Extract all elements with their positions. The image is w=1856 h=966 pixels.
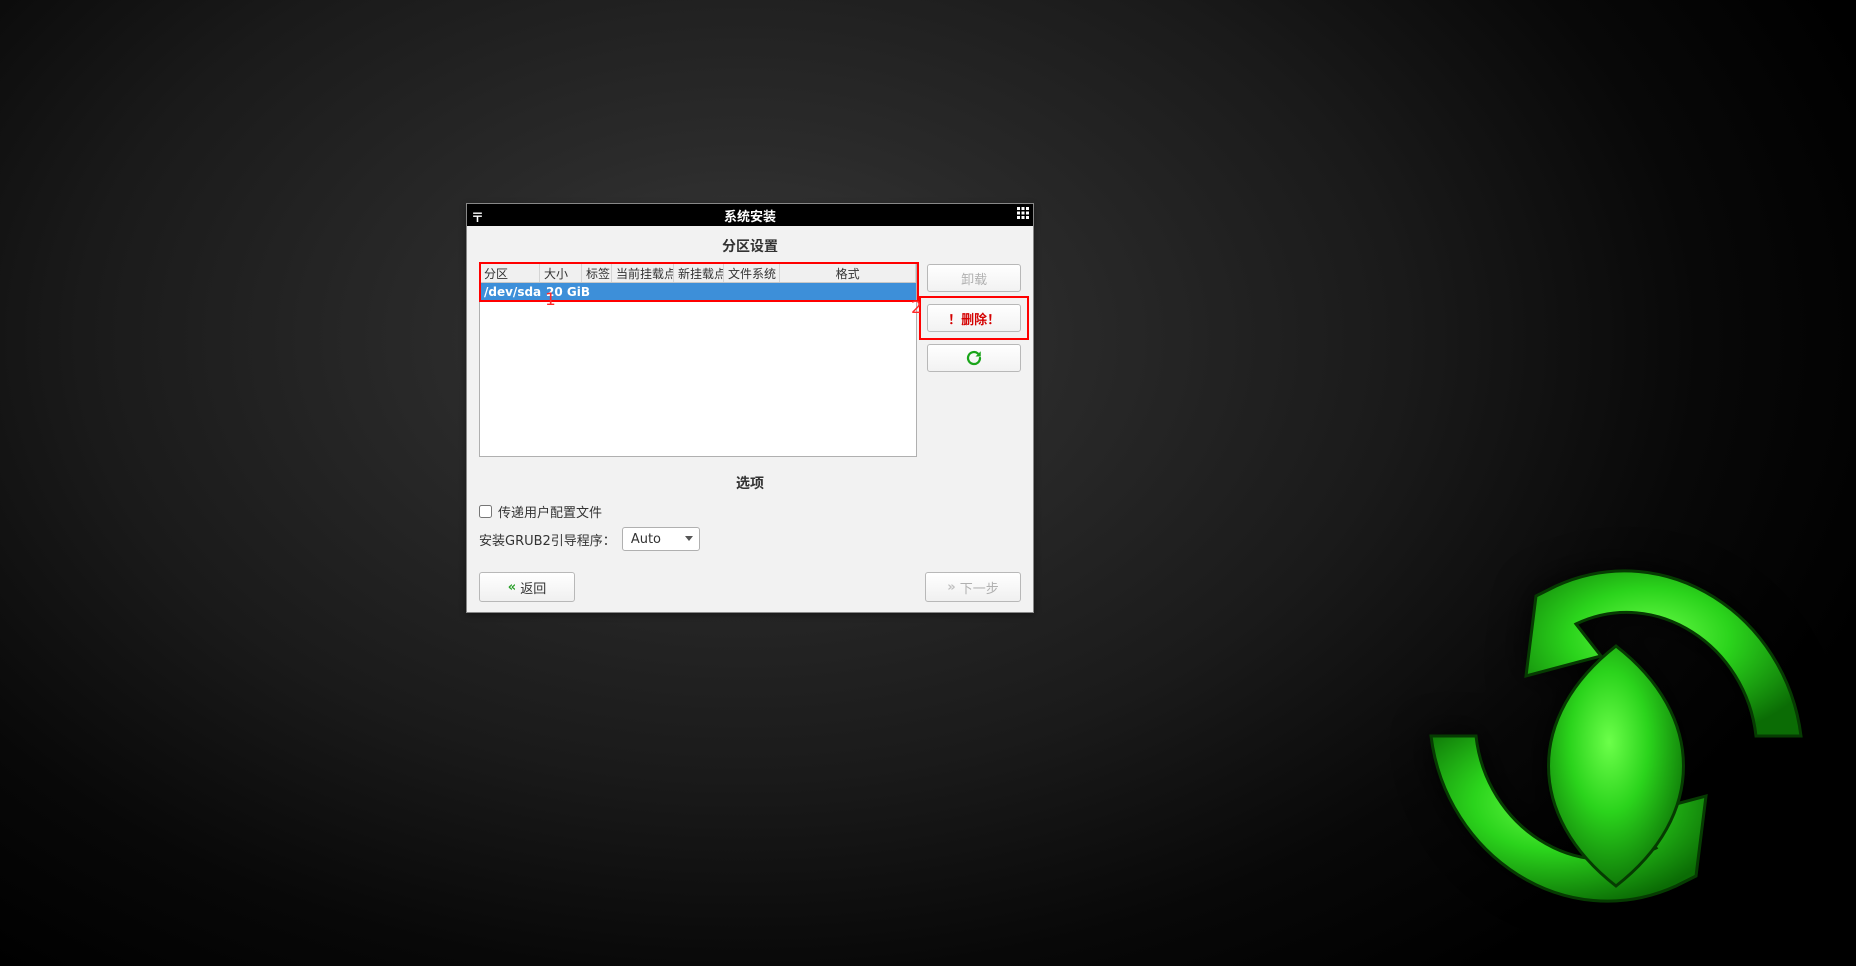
col-filesystem[interactable]: 文件系统 [724, 263, 780, 282]
grub-select[interactable]: Auto [622, 527, 700, 551]
window-pin-icon[interactable]: 〒 [471, 207, 484, 226]
refresh-button[interactable] [927, 344, 1021, 372]
next-button-label: 下一步 [960, 578, 999, 597]
col-new-mount[interactable]: 新挂载点 [674, 263, 724, 282]
grub-select-value: Auto [631, 532, 661, 547]
chevron-left-icon: « [508, 580, 516, 595]
back-button[interactable]: « 返回 [479, 572, 575, 602]
chevron-down-icon [685, 536, 693, 541]
transfer-user-config-text: 传递用户配置文件 [498, 502, 602, 521]
partition-table[interactable]: 分区 大小 标签 当前挂载点 新挂载点 文件系统 格式 /dev/sda 20 … [479, 262, 917, 457]
col-current-mount[interactable]: 当前挂载点 [612, 263, 674, 282]
col-format[interactable]: 格式 [780, 263, 916, 282]
col-partition[interactable]: 分区 [480, 263, 540, 282]
delete-button[interactable]: ！删除！ [927, 304, 1021, 332]
unmount-button[interactable]: 卸载 [927, 264, 1021, 292]
table-row[interactable]: /dev/sda 20 GiB [480, 283, 916, 301]
row-device: /dev/sda [484, 285, 540, 299]
partition-section-title: 分区设置 [479, 232, 1021, 262]
partition-table-body[interactable]: /dev/sda 20 GiB [480, 283, 916, 456]
transfer-user-config-checkbox[interactable] [479, 505, 492, 518]
grub-label: 安装GRUB2引导程序： [479, 530, 616, 549]
options-section-title: 选项 [479, 469, 1021, 499]
titlebar[interactable]: 〒 系统安装 [467, 204, 1033, 226]
next-button[interactable]: » 下一步 [925, 572, 1021, 602]
chevron-right-icon: » [947, 580, 955, 595]
transfer-user-config-label[interactable]: 传递用户配置文件 [479, 502, 602, 521]
partition-table-header: 分区 大小 标签 当前挂载点 新挂载点 文件系统 格式 [480, 263, 916, 283]
desktop-logo [1406, 526, 1826, 946]
delete-button-label: ！删除！ [948, 309, 1000, 328]
refresh-icon [965, 349, 983, 367]
side-buttons: 卸载 ！删除！ [927, 262, 1021, 372]
row-size: 20 GiB [546, 285, 590, 299]
window-menu-icon[interactable] [1017, 207, 1029, 219]
col-size[interactable]: 大小 [540, 263, 582, 282]
back-button-label: 返回 [520, 578, 546, 597]
unmount-button-label: 卸载 [961, 269, 987, 288]
installer-window: 〒 系统安装 分区设置 分区 大小 标签 当前挂载点 新挂载 [466, 203, 1034, 613]
col-label[interactable]: 标签 [582, 263, 612, 282]
window-title: 系统安装 [724, 206, 776, 225]
